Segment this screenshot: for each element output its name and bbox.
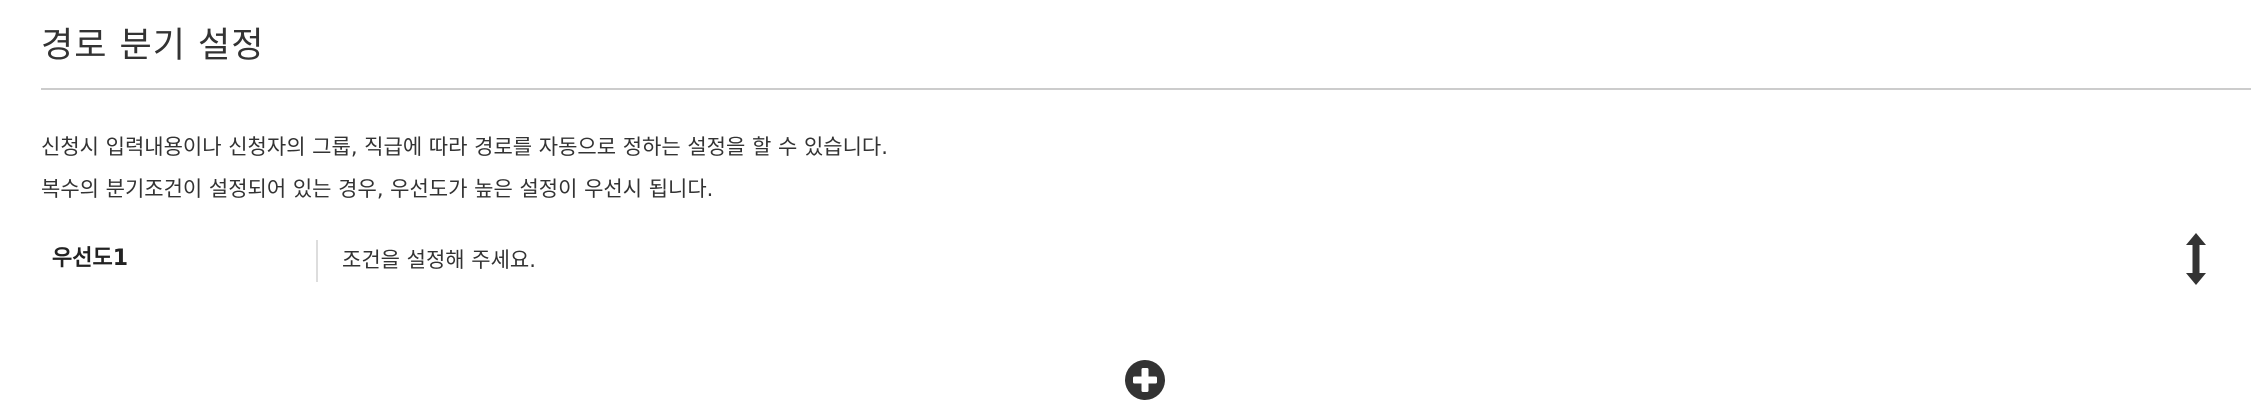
route-branch-settings-page: 경로 분기 설정 신청시 입력내용이나 신청자의 그룹, 직급에 따라 경로를 … <box>0 0 2252 414</box>
condition-setting-link[interactable]: 조건을 설정해 주세요. <box>342 245 536 275</box>
page-title: 경로 분기 설정 <box>41 26 265 66</box>
branch-rule-row: 우선도1 조건을 설정해 주세요. <box>41 238 2211 282</box>
description-line-1: 신청시 입력내용이나 신청자의 그룹, 직급에 따라 경로를 자동으로 정하는 … <box>41 135 888 159</box>
vertical-resize-arrows-icon[interactable] <box>2180 232 2212 286</box>
title-divider <box>41 88 2251 90</box>
description-block: 신청시 입력내용이나 신청자의 그룹, 직급에 따라 경로를 자동으로 정하는 … <box>41 126 888 210</box>
cell-divider <box>316 240 318 282</box>
add-rule-button[interactable] <box>1124 359 1166 401</box>
description-line-2: 복수의 분기조건이 설정되어 있는 경우, 우선도가 높은 설정이 우선시 됩니… <box>41 177 714 201</box>
priority-label: 우선도1 <box>52 246 129 271</box>
plus-circle-icon <box>1125 360 1165 400</box>
